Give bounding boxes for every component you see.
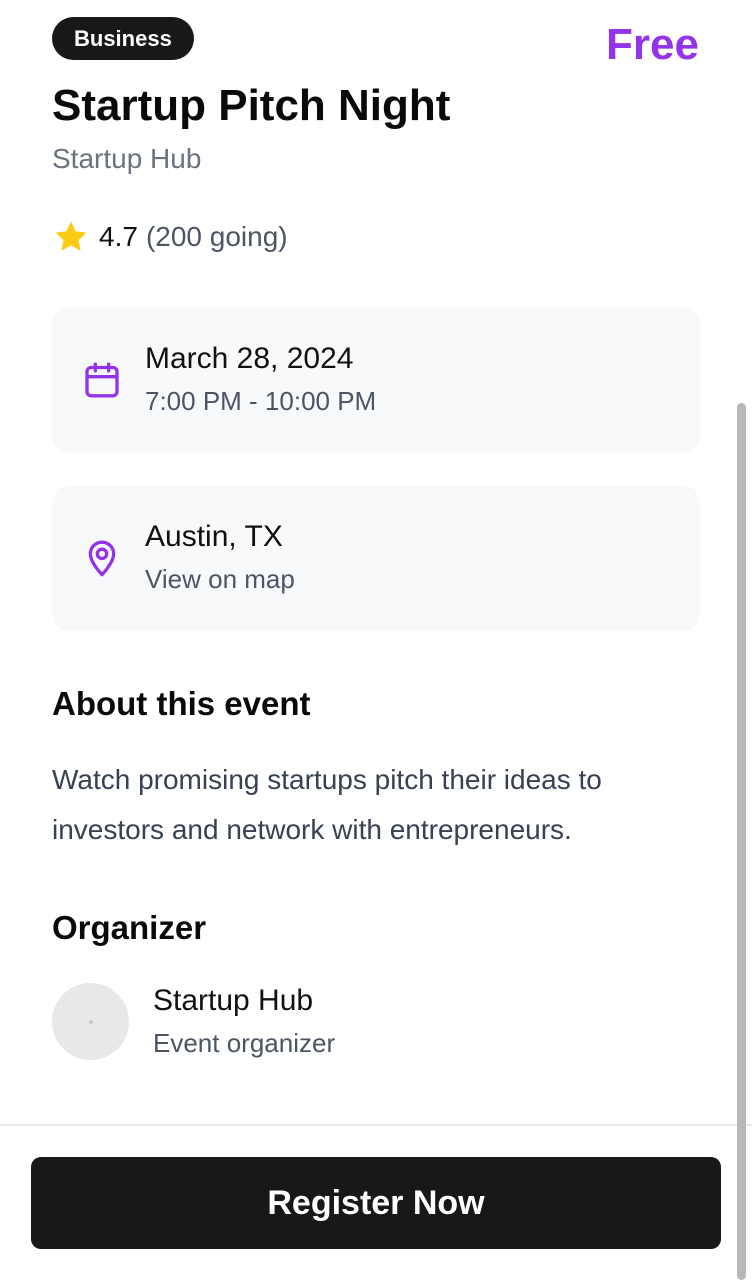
- calendar-icon: [85, 362, 119, 398]
- event-detail-page: Business Free Startup Pitch Night Startu…: [0, 0, 752, 1280]
- avatar-placeholder-icon: [89, 1020, 93, 1024]
- going-count: (200 going): [145, 221, 288, 252]
- map-pin-icon: [88, 540, 116, 577]
- organizer-role: Event organizer: [153, 1028, 336, 1058]
- rating-row: 4.7 (200 going): [52, 218, 288, 256]
- event-title: Startup Pitch Night: [52, 81, 451, 130]
- event-host: Startup Hub: [52, 143, 202, 174]
- event-date: March 28, 2024: [145, 342, 354, 375]
- location-card[interactable]: Austin, TX View on map: [52, 485, 700, 631]
- view-on-map-link[interactable]: View on map: [145, 562, 295, 596]
- event-time: 7:00 PM - 10:00 PM: [145, 386, 377, 416]
- about-heading: About this event: [52, 685, 311, 722]
- organizer-name[interactable]: Startup Hub: [153, 983, 313, 1019]
- organizer-avatar[interactable]: [52, 983, 129, 1060]
- footer-divider: [0, 1124, 752, 1126]
- star-icon: [55, 221, 87, 251]
- scrollbar-thumb[interactable]: [737, 403, 746, 1280]
- about-description: Watch promising startups pitch their ide…: [52, 764, 602, 845]
- register-button[interactable]: Register Now: [31, 1157, 721, 1249]
- category-badge: Business: [52, 17, 194, 60]
- organizer-heading: Organizer: [52, 909, 207, 946]
- date-card: March 28, 2024 7:00 PM - 10:00 PM: [52, 307, 700, 453]
- rating-value: 4.7: [99, 221, 138, 252]
- event-location: Austin, TX: [145, 520, 283, 553]
- price-label: Free: [606, 20, 699, 69]
